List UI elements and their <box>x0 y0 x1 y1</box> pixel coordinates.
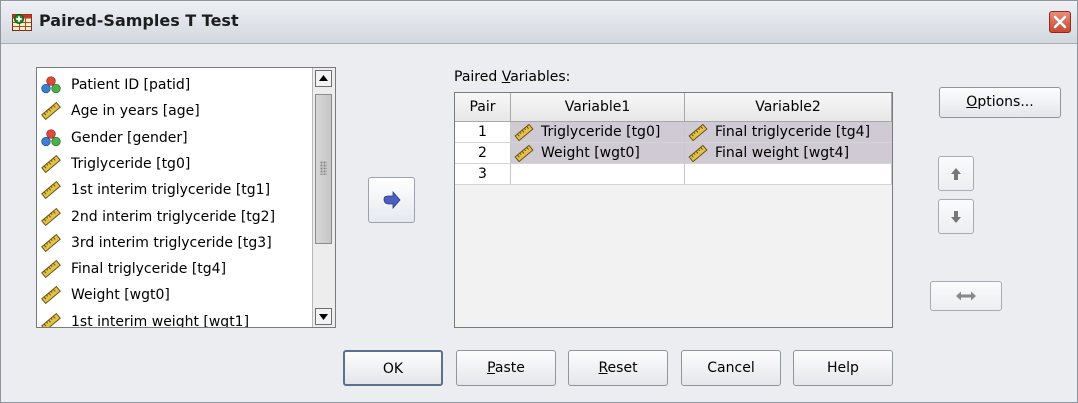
paired-variables-table[interactable]: Pair Variable1 Variable2 1 Triglyceride … <box>454 92 893 328</box>
variable1-cell[interactable]: Triglyceride [tg0] <box>511 122 685 143</box>
variable-label: Triglyceride [tg0] <box>71 155 191 172</box>
variable2-cell[interactable]: Final weight [wgt4] <box>685 143 892 164</box>
scale-ruler-icon <box>688 124 708 141</box>
vertical-scrollbar[interactable] <box>312 68 335 327</box>
scale-ruler-icon <box>688 145 708 162</box>
paired-variables-label: Paired Variables: <box>454 69 571 85</box>
help-button[interactable]: Help <box>793 350 893 386</box>
scale-ruler-icon <box>41 102 61 121</box>
column-header-variable1[interactable]: Variable1 <box>511 93 685 122</box>
move-to-paired-button[interactable] <box>368 177 415 223</box>
variable2-cell[interactable]: Final triglyceride [tg4] <box>685 122 892 143</box>
table-row[interactable]: 1 Triglyceride [tg0] Final triglyceride … <box>455 122 892 143</box>
scale-ruler-icon <box>41 181 61 200</box>
pair-number: 1 <box>455 122 511 143</box>
table-row[interactable]: 3 <box>455 164 892 185</box>
title-bar: Paired-Samples T Test <box>1 1 1077 44</box>
arrow-up-icon <box>951 167 961 180</box>
close-button[interactable] <box>1049 11 1071 33</box>
scroll-thumb[interactable] <box>315 94 332 244</box>
variable2-cell[interactable] <box>685 164 892 185</box>
cancel-button[interactable]: Cancel <box>681 350 781 386</box>
variable-label: 1st interim triglyceride [tg1] <box>71 182 271 199</box>
app-icon <box>12 12 32 32</box>
reset-button[interactable]: Reset <box>568 350 668 386</box>
nominal-icon <box>41 128 61 146</box>
scroll-down-button[interactable] <box>315 308 332 325</box>
variable1-cell[interactable] <box>511 164 685 185</box>
variable-label: Gender [gender] <box>71 129 188 146</box>
pair-number: 2 <box>455 143 511 164</box>
window-title: Paired-Samples T Test <box>39 11 239 30</box>
table-row[interactable]: 2 Weight [wgt0] Final weight [wgt4] <box>455 143 892 164</box>
scale-ruler-icon <box>41 312 61 327</box>
pair-number: 3 <box>455 164 511 185</box>
triangle-up-icon <box>319 75 328 81</box>
arrow-right-icon <box>383 191 401 210</box>
scale-ruler-icon <box>41 286 61 305</box>
move-pair-up-button[interactable] <box>938 156 974 191</box>
close-icon <box>1053 15 1067 29</box>
variable-label: Final triglyceride [tg4] <box>71 261 227 278</box>
source-variable-list[interactable]: Patient ID [patid] Age in years [age] Gend… <box>36 67 336 328</box>
swap-arrows-icon <box>956 291 976 301</box>
scale-ruler-icon <box>41 260 61 279</box>
variable-label: 3rd interim triglyceride [tg3] <box>71 234 272 251</box>
scale-ruler-icon <box>41 154 61 173</box>
ok-button[interactable]: OK <box>343 350 443 386</box>
move-pair-down-button[interactable] <box>938 199 974 234</box>
swap-variables-button[interactable] <box>930 281 1002 311</box>
arrow-down-icon <box>951 210 961 223</box>
paste-button[interactable]: Paste <box>456 350 556 386</box>
triangle-down-icon <box>319 314 328 320</box>
scale-ruler-icon <box>514 145 534 162</box>
nominal-icon <box>41 76 61 94</box>
variable-label: Weight [wgt0] <box>71 287 170 304</box>
variable-label: 1st interim weight [wgt1] <box>71 313 250 328</box>
scale-ruler-icon <box>41 207 61 226</box>
variable-label: 2nd interim triglyceride [tg2] <box>71 208 276 225</box>
column-header-variable2[interactable]: Variable2 <box>685 93 892 122</box>
options-button[interactable]: Options... <box>939 87 1061 118</box>
variable-label: Patient ID [patid] <box>71 77 191 93</box>
variable-label: Age in years [age] <box>71 103 200 120</box>
column-header-pair[interactable]: Pair <box>455 93 511 122</box>
scale-ruler-icon <box>41 233 61 252</box>
scroll-up-button[interactable] <box>315 70 332 87</box>
variable1-cell[interactable]: Weight [wgt0] <box>511 143 685 164</box>
scale-ruler-icon <box>514 124 534 141</box>
paired-samples-dialog: Paired-Samples T Test Patient ID [patid]… <box>0 0 1078 403</box>
